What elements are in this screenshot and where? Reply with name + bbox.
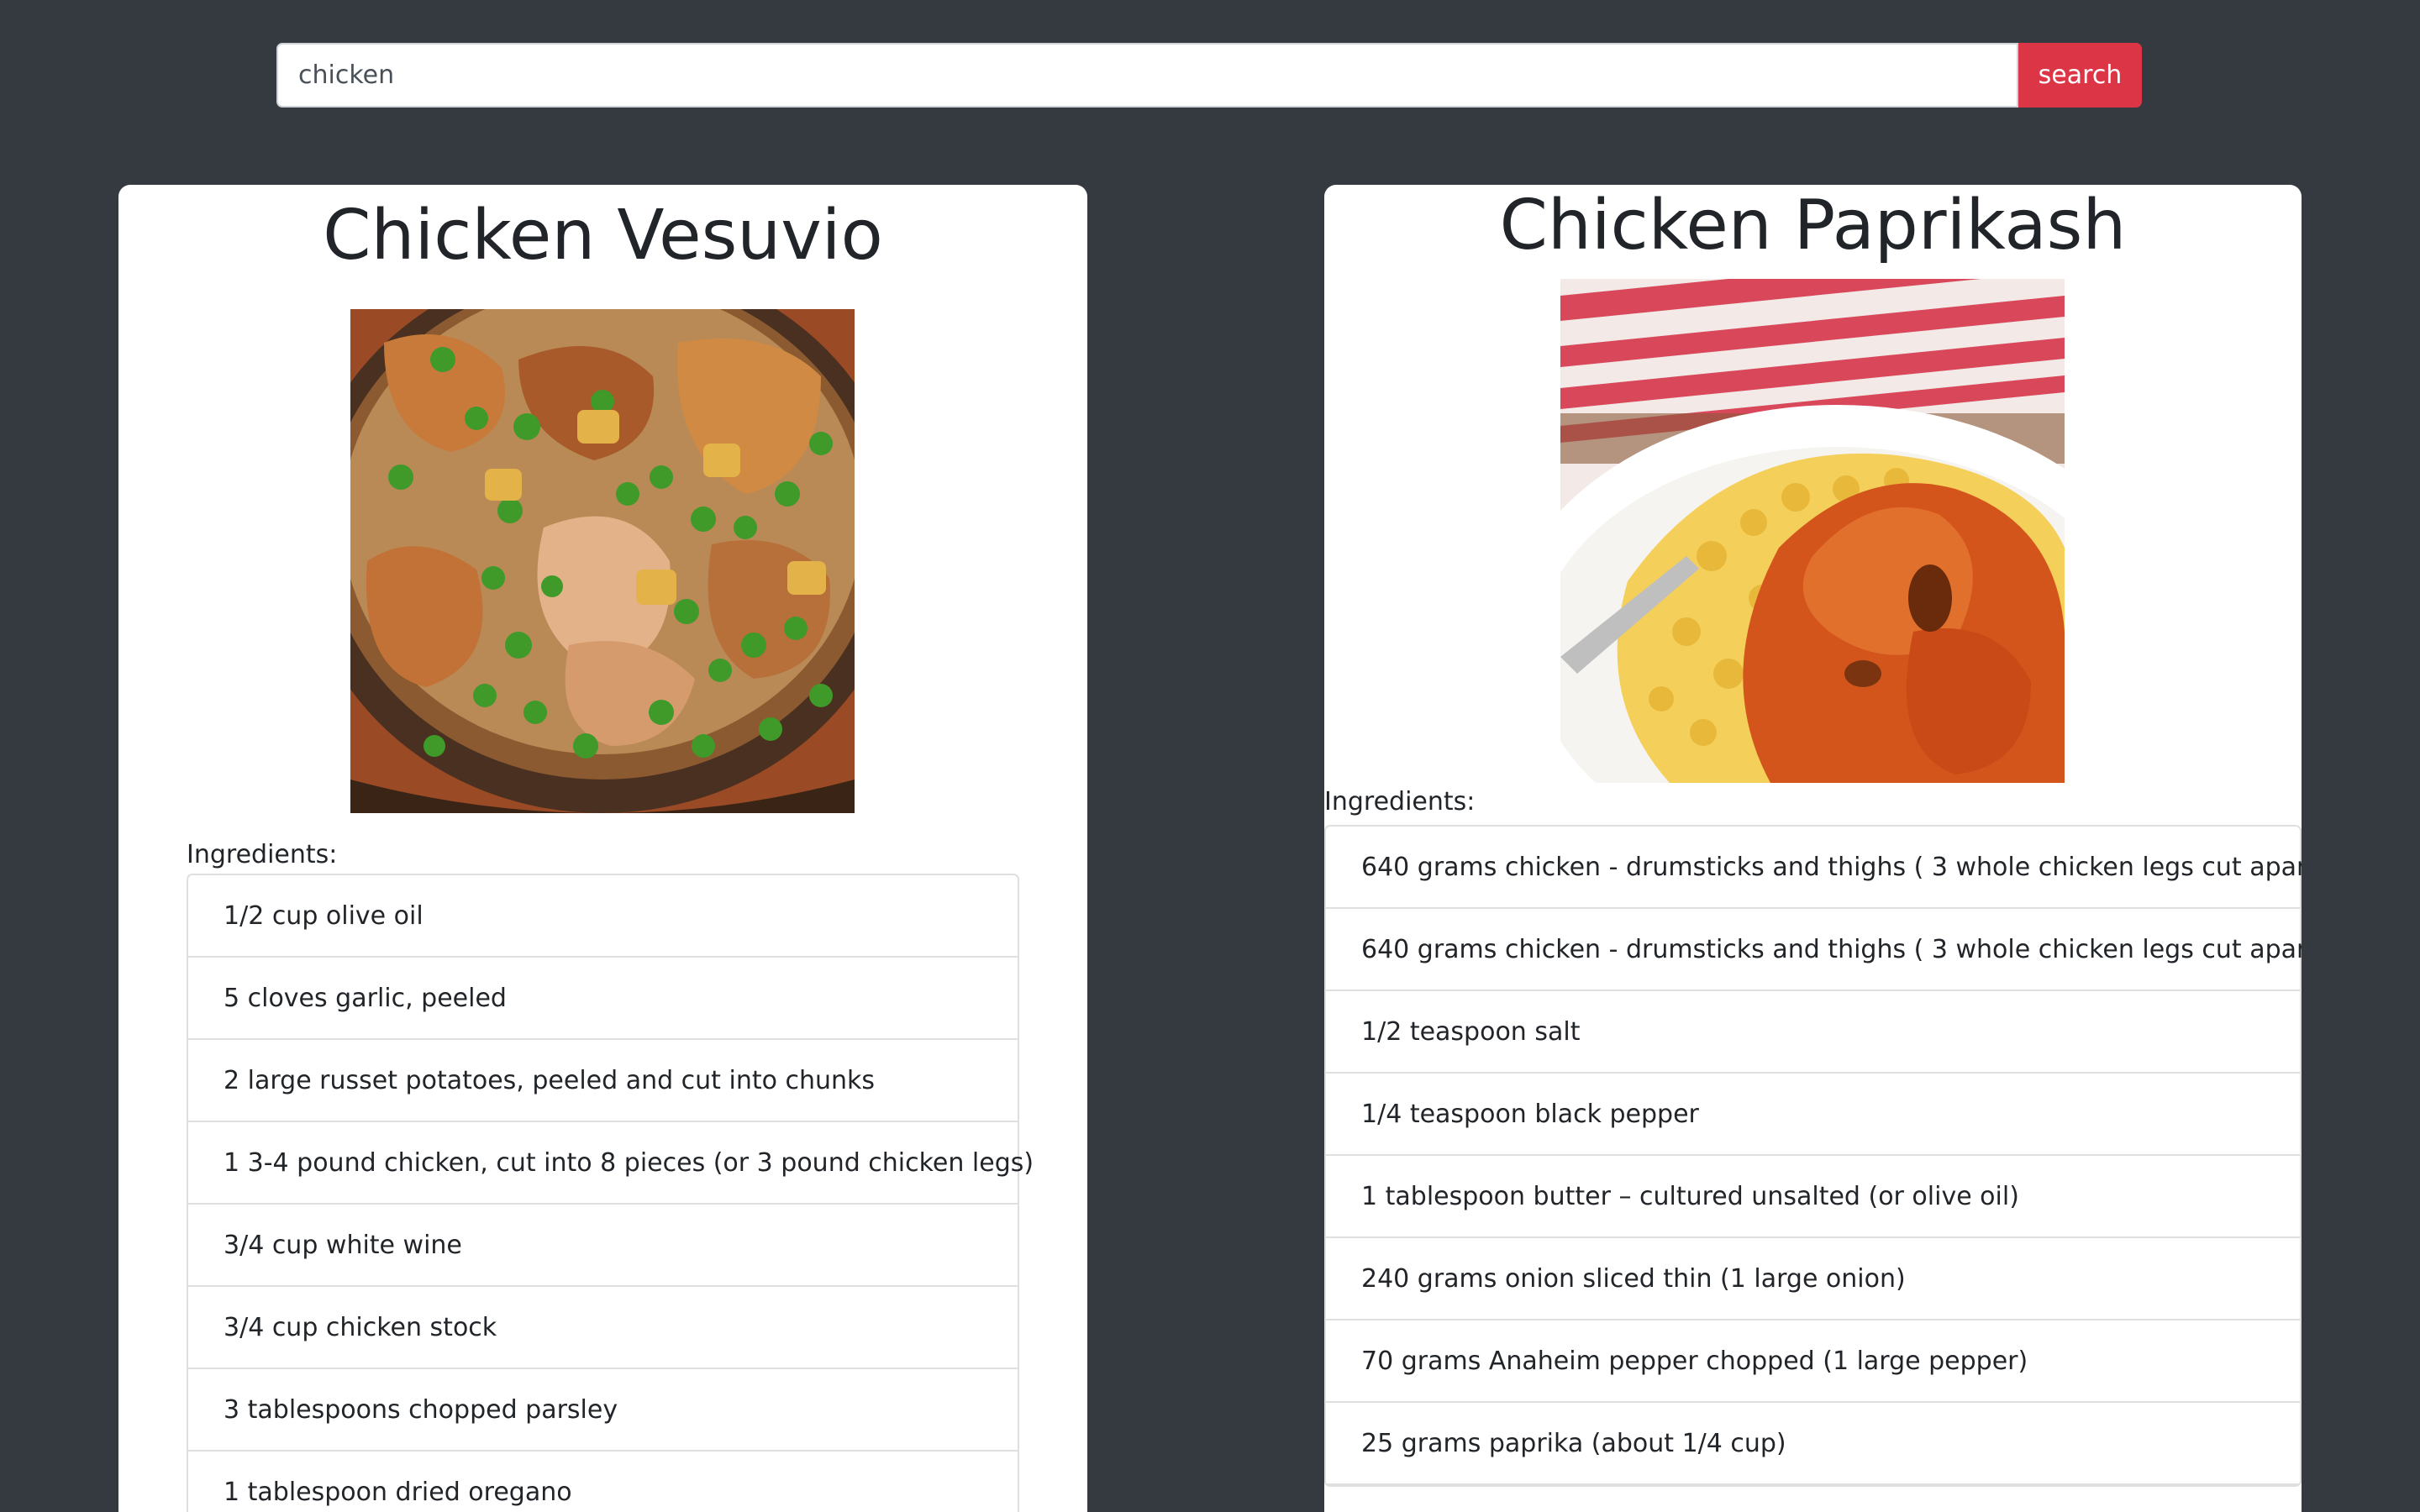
ingredient-list: 1/2 cup olive oil 5 cloves garlic, peele…: [187, 874, 1034, 1512]
ingredient-item: 1/4 teaspoon black pepper: [1326, 1074, 2300, 1156]
ingredient-item: 240 grams onion sliced thin (1 large oni…: [1326, 1238, 2300, 1320]
ingredient-item: 70 grams Anaheim pepper chopped (1 large…: [1326, 1320, 2300, 1403]
ingredient-item: 3 tablespoons chopped parsley: [188, 1369, 1018, 1452]
ingredient-item: 1/2 teaspoon salt: [1326, 991, 2300, 1074]
recipe-title: Chicken Paprikash: [1499, 186, 2127, 265]
ingredient-item: 3/4 cup white wine: [188, 1205, 1018, 1287]
recipe-photo: [350, 309, 855, 813]
page: search Chicken Vesuvio: [0, 0, 2420, 1512]
ingredient-item: 640 grams chicken - drumsticks and thigh…: [1326, 827, 2302, 909]
ingredient-item: 1 tablespoon butter – cultured unsalted …: [1326, 1156, 2300, 1238]
ingredients-label: Ingredients:: [1324, 787, 1476, 816]
ingredient-item: 1 tablespoon dried oregano: [188, 1452, 1018, 1512]
ingredient-item: 25 grams paprika (about 1/4 cup): [1326, 1403, 2300, 1485]
ingredient-item: 5 cloves garlic, peeled: [188, 958, 1018, 1040]
search-form: search: [276, 43, 2142, 108]
ingredient-item: 2 large russet potatoes, peeled and cut …: [188, 1040, 1018, 1122]
ingredient-item: 3/4 cup chicken stock: [188, 1287, 1018, 1369]
search-input[interactable]: [276, 43, 2018, 108]
ingredient-item: 1 3-4 pound chicken, cut into 8 pieces (…: [188, 1122, 1034, 1205]
recipe-photo: [1560, 279, 2065, 783]
recipe-title: Chicken Vesuvio: [323, 196, 883, 276]
ingredients-label: Ingredients:: [187, 840, 338, 869]
recipe-card-chicken-paprikash: Chicken Paprikash Ingredients: 640 grams…: [1324, 185, 2302, 1512]
ingredient-item: 1/2 cup olive oil: [188, 875, 1018, 958]
ingredient-list: 640 grams chicken - drumsticks and thigh…: [1324, 825, 2302, 1487]
search-button[interactable]: search: [2018, 43, 2142, 108]
ingredient-item: 640 grams chicken - drumsticks and thigh…: [1326, 909, 2302, 991]
recipe-card-chicken-vesuvio: Chicken Vesuvio Ingredients: 1/2 cup oli…: [118, 185, 1087, 1512]
